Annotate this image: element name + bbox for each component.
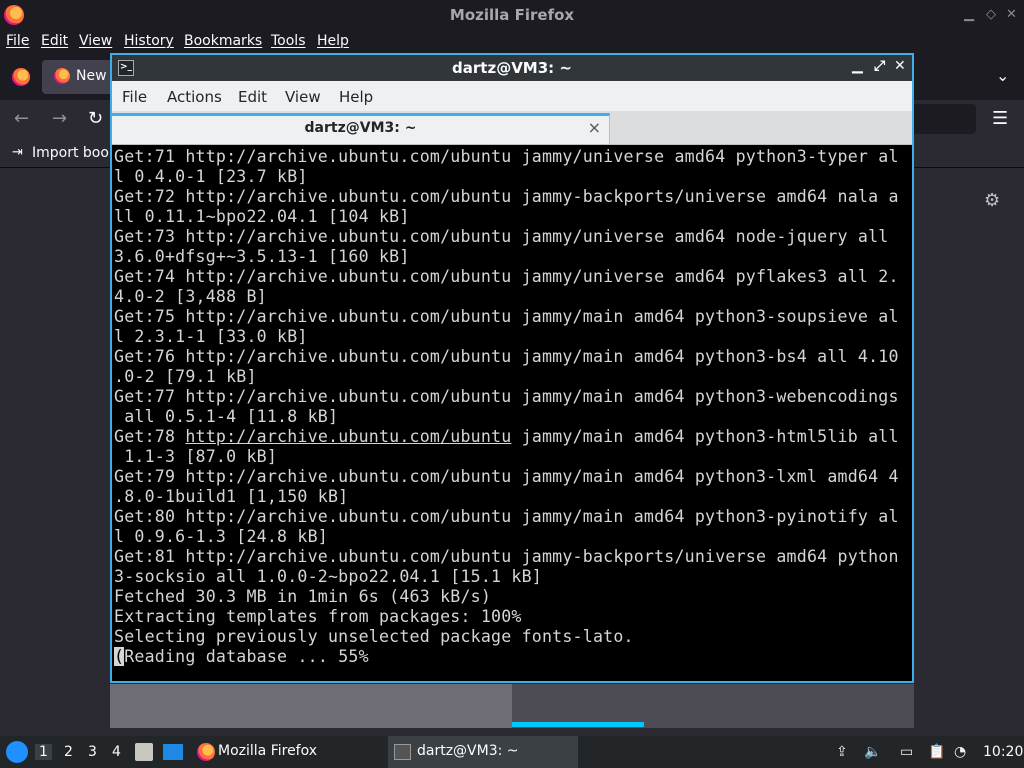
terminal-line: 3-socksio all 1.0.0-2~bpo22.04.1 [15.1 k… <box>114 567 542 586</box>
firefox-menubar: File Edit View History Bookmarks Tools H… <box>0 30 1024 54</box>
firefox-icon <box>197 743 215 761</box>
terminal-line: Get:80 http://archive.ubuntu.com/ubuntu … <box>114 507 899 526</box>
menu-hamburger-icon[interactable]: ☰ <box>992 108 1008 129</box>
terminal-line: Extracting templates from packages: 100% <box>114 607 522 626</box>
terminal-menu-edit[interactable]: Edit <box>238 88 267 106</box>
import-bookmarks-button[interactable]: Import book <box>32 145 117 161</box>
firefox-tab-icon <box>54 68 70 84</box>
progress-bar <box>512 722 644 727</box>
clipboard-icon[interactable]: 📋 <box>928 744 945 760</box>
terminal-line: Get:79 http://archive.ubuntu.com/ubuntu … <box>114 467 899 486</box>
terminal-line: Get:72 http://archive.ubuntu.com/ubuntu … <box>114 187 899 206</box>
terminal-titlebar: >_ dartz@VM3: ~ ▁ ⤢ ✕ <box>112 55 912 81</box>
clock[interactable]: 10:20 <box>983 744 1023 760</box>
terminal-link[interactable]: http://archive.ubuntu.com/ubuntu <box>185 427 511 446</box>
menu-history[interactable]: History <box>124 33 174 49</box>
back-icon[interactable]: ← <box>14 108 29 129</box>
workspace-4[interactable]: 4 <box>112 744 121 760</box>
terminal-line-text: Reading database ... 55% <box>124 647 369 666</box>
maximize-icon[interactable]: ◇ <box>986 7 996 22</box>
workspace-1[interactable]: 1 <box>35 744 52 760</box>
terminal-line: Get:76 http://archive.ubuntu.com/ubuntu … <box>114 347 899 366</box>
terminal-menu-view[interactable]: View <box>285 88 321 106</box>
desktop-icon[interactable] <box>163 744 183 760</box>
task-terminal[interactable]: dartz@VM3: ~ <box>388 736 578 768</box>
minimize-icon[interactable]: ▁ <box>964 7 974 22</box>
menu-tools[interactable]: Tools <box>271 33 306 49</box>
terminal-tab-title: dartz@VM3: ~ <box>304 120 417 136</box>
menu-file[interactable]: File <box>6 33 29 49</box>
menu-help[interactable]: Help <box>317 33 349 49</box>
list-tabs-icon[interactable]: ⌄ <box>996 66 1009 85</box>
terminal-menu-file[interactable]: File <box>122 88 147 106</box>
progress-area <box>110 684 914 728</box>
firefox-view-icon[interactable] <box>12 68 30 86</box>
terminal-line: Get:74 http://archive.ubuntu.com/ubuntu … <box>114 267 899 286</box>
tab-label: New <box>76 68 107 84</box>
terminal-line: 3.6.0+dfsg+~3.5.13-1 [160 kB] <box>114 247 410 266</box>
terminal-line: .8.0-1build1 [1,150 kB] <box>114 487 349 506</box>
reload-icon[interactable]: ↻ <box>88 108 103 129</box>
close-tab-icon[interactable]: × <box>588 118 601 137</box>
terminal-line: l 2.3.1-1 [33.0 kB] <box>114 327 308 346</box>
task-firefox[interactable]: Mozilla Firefox <box>193 736 383 768</box>
minimize-icon[interactable]: ▁ <box>852 58 863 74</box>
terminal-window-title: dartz@VM3: ~ <box>452 59 572 77</box>
terminal-tab[interactable]: dartz@VM3: ~ × <box>112 113 610 144</box>
terminal-cursor: ( <box>114 647 125 666</box>
terminal-line: Fetched 30.3 MB in 1min 6s (463 kB/s) <box>114 587 492 606</box>
start-menu-icon[interactable] <box>6 741 28 763</box>
terminal-output[interactable]: Get:71 http://archive.ubuntu.com/ubuntu … <box>114 147 910 681</box>
close-icon[interactable]: ✕ <box>894 58 906 74</box>
import-icon: ⇥ <box>12 145 23 160</box>
terminal-line: ll 0.11.1~bpo22.04.1 [104 kB] <box>114 207 410 226</box>
terminal-line: Get:73 http://archive.ubuntu.com/ubuntu … <box>114 227 889 246</box>
volume-icon[interactable]: 🔈 <box>864 744 881 760</box>
terminal-menubar: File Actions Edit View Help <box>112 81 912 111</box>
task-firefox-label: Mozilla Firefox <box>218 743 318 759</box>
notification-icon[interactable]: ◔ <box>954 744 966 760</box>
maximize-icon[interactable]: ⤢ <box>874 58 885 74</box>
forward-icon[interactable]: → <box>52 108 67 129</box>
network-icon[interactable]: ▭ <box>900 744 913 760</box>
terminal-line: Get:71 http://archive.ubuntu.com/ubuntu … <box>114 147 899 166</box>
terminal-line: l 0.9.6-1.3 [24.8 kB] <box>114 527 328 546</box>
menu-bookmarks[interactable]: Bookmarks <box>184 33 262 49</box>
update-icon[interactable]: ⇪ <box>836 744 848 760</box>
terminal-menu-help[interactable]: Help <box>339 88 373 106</box>
terminal-icon <box>394 744 411 760</box>
terminal-line: Get:81 http://archive.ubuntu.com/ubuntu … <box>114 547 899 566</box>
terminal-line: Get:78 http://archive.ubuntu.com/ubuntu … <box>114 427 899 447</box>
progress-panel <box>110 684 512 728</box>
terminal-line: 4.0-2 [3,488 B] <box>114 287 267 306</box>
terminal-tabbar: dartz@VM3: ~ × <box>112 111 912 145</box>
terminal-line: 1.1-3 [87.0 kB] <box>114 447 278 466</box>
gear-icon[interactable]: ⚙ <box>984 190 1000 211</box>
close-icon[interactable]: ✕ <box>1006 7 1017 22</box>
terminal-line-rest: jammy/main amd64 python3-html5lib all <box>511 427 899 446</box>
menu-view[interactable]: View <box>79 33 112 49</box>
terminal-menu-actions[interactable]: Actions <box>167 88 222 106</box>
menu-edit[interactable]: Edit <box>41 33 68 49</box>
task-terminal-label: dartz@VM3: ~ <box>417 743 519 759</box>
taskbar: 1 2 3 4 Mozilla Firefox dartz@VM3: ~ ⇪ 🔈… <box>0 736 1024 768</box>
terminal-line: all 0.5.1-4 [11.8 kB] <box>114 407 339 426</box>
workspace-2[interactable]: 2 <box>64 744 73 760</box>
workspace-3[interactable]: 3 <box>88 744 97 760</box>
firefox-window-title: Mozilla Firefox <box>449 6 575 24</box>
terminal-line: (Reading database ... 55% <box>114 647 369 667</box>
terminal-line: Get:77 http://archive.ubuntu.com/ubuntu … <box>114 387 899 406</box>
terminal-line: Selecting previously unselected package … <box>114 627 634 646</box>
firefox-titlebar: Mozilla Firefox ▁ ◇ ✕ <box>0 0 1024 30</box>
terminal-window: >_ dartz@VM3: ~ ▁ ⤢ ✕ File Actions Edit … <box>110 53 914 683</box>
terminal-line-prefix: Get:78 <box>114 427 186 446</box>
file-manager-icon[interactable] <box>135 743 153 761</box>
terminal-line: .0-2 [79.1 kB] <box>114 367 257 386</box>
terminal-line: l 0.4.0-1 [23.7 kB] <box>114 167 308 186</box>
terminal-line: Get:75 http://archive.ubuntu.com/ubuntu … <box>114 307 899 326</box>
